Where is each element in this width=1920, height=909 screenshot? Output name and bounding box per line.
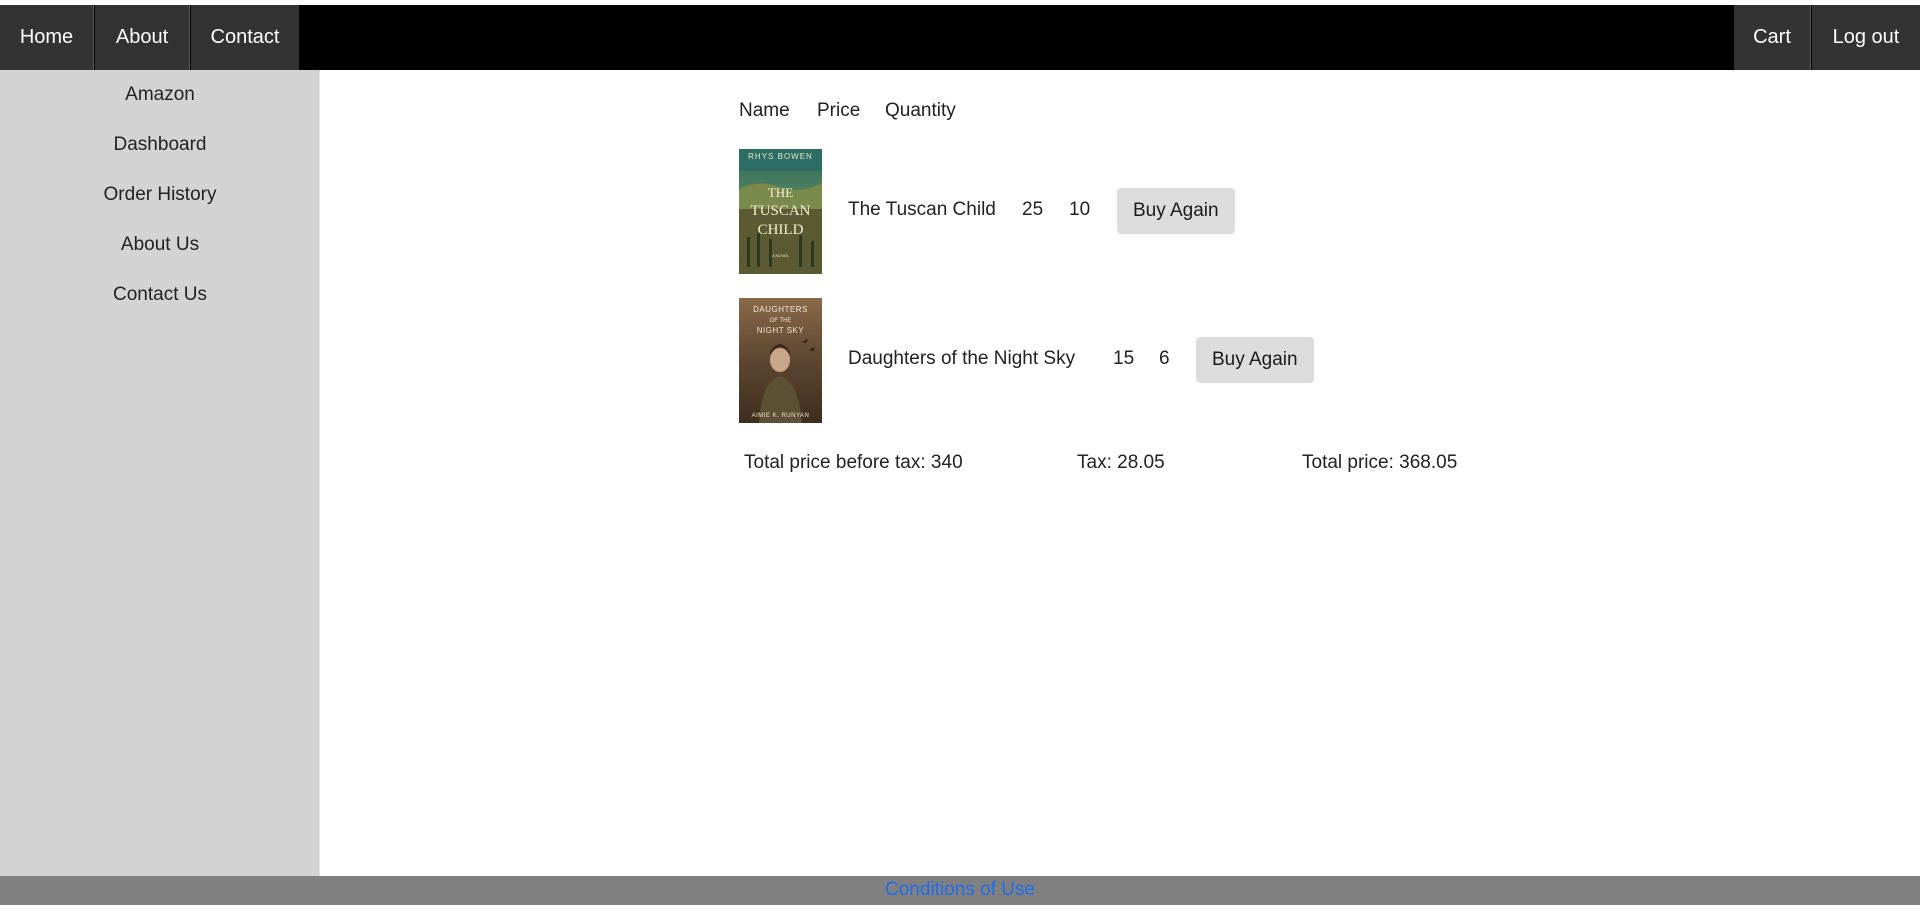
row-book-name: The Tuscan Child xyxy=(848,199,996,220)
total-before-tax: Total price before tax: 340 xyxy=(744,452,963,473)
sidebar-item-dashboard[interactable]: Dashboard xyxy=(0,134,320,156)
cover-title-line: OF THE xyxy=(770,318,792,324)
buy-again-button[interactable]: Buy Again xyxy=(1117,188,1235,234)
nav-logout[interactable]: Log out xyxy=(1812,5,1920,70)
row-book-quantity: 6 xyxy=(1159,348,1170,369)
book-cover-image: RHYS BOWEN THE TUSCAN CHILD A NOVEL xyxy=(739,149,822,274)
cover-author-text: RHYS BOWEN xyxy=(748,152,813,161)
conditions-of-use-link[interactable]: Conditions of Use xyxy=(885,879,1035,901)
header-name: Name xyxy=(739,100,790,121)
header-price: Price xyxy=(817,100,861,121)
book-cover-image: DAUGHTERS OF THE NIGHT SKY AIMIE K. RUNY… xyxy=(739,298,822,423)
cover-title-line: TUSCAN xyxy=(750,203,810,219)
row-book-price: 15 xyxy=(1113,348,1135,369)
cover-title-line: CHILD xyxy=(758,222,804,238)
cover-title-line: THE xyxy=(768,185,793,200)
bottom-strip xyxy=(0,905,1920,909)
sidebar-item-contact-us[interactable]: Contact Us xyxy=(0,284,320,306)
tax-amount: Tax: 28.05 xyxy=(1077,452,1165,473)
sidebar: Amazon Dashboard Order History About Us … xyxy=(0,70,320,876)
cover-title-line: NIGHT SKY xyxy=(757,326,805,335)
nav-contact[interactable]: Contact xyxy=(191,5,299,70)
footer: Conditions of Use xyxy=(0,876,1920,905)
nav-home[interactable]: Home xyxy=(0,5,94,70)
nav-cart[interactable]: Cart xyxy=(1734,5,1811,70)
total-price: Total price: 368.05 xyxy=(1302,452,1458,473)
top-navbar: Home About Contact Cart Log out xyxy=(0,5,1920,70)
row-book-name: Daughters of the Night Sky xyxy=(848,348,1076,369)
order-history-main: Name Price Quantity RHYS BOWEN THE TUSCA… xyxy=(321,70,1920,876)
row-book-price: 25 xyxy=(1022,199,1044,220)
cover-title-line: DAUGHTERS xyxy=(753,305,808,314)
nav-about[interactable]: About xyxy=(95,5,190,70)
header-quantity: Quantity xyxy=(885,100,956,121)
sidebar-item-about-us[interactable]: About Us xyxy=(0,234,320,256)
buy-again-button[interactable]: Buy Again xyxy=(1196,337,1314,383)
row-book-quantity: 10 xyxy=(1069,199,1091,220)
cover-subtitle-text: A NOVEL xyxy=(772,253,790,258)
sidebar-item-amazon[interactable]: Amazon xyxy=(0,84,320,106)
cover-author-text: AIMIE K. RUNYAN xyxy=(752,413,810,419)
sidebar-item-order-history[interactable]: Order History xyxy=(0,184,320,206)
